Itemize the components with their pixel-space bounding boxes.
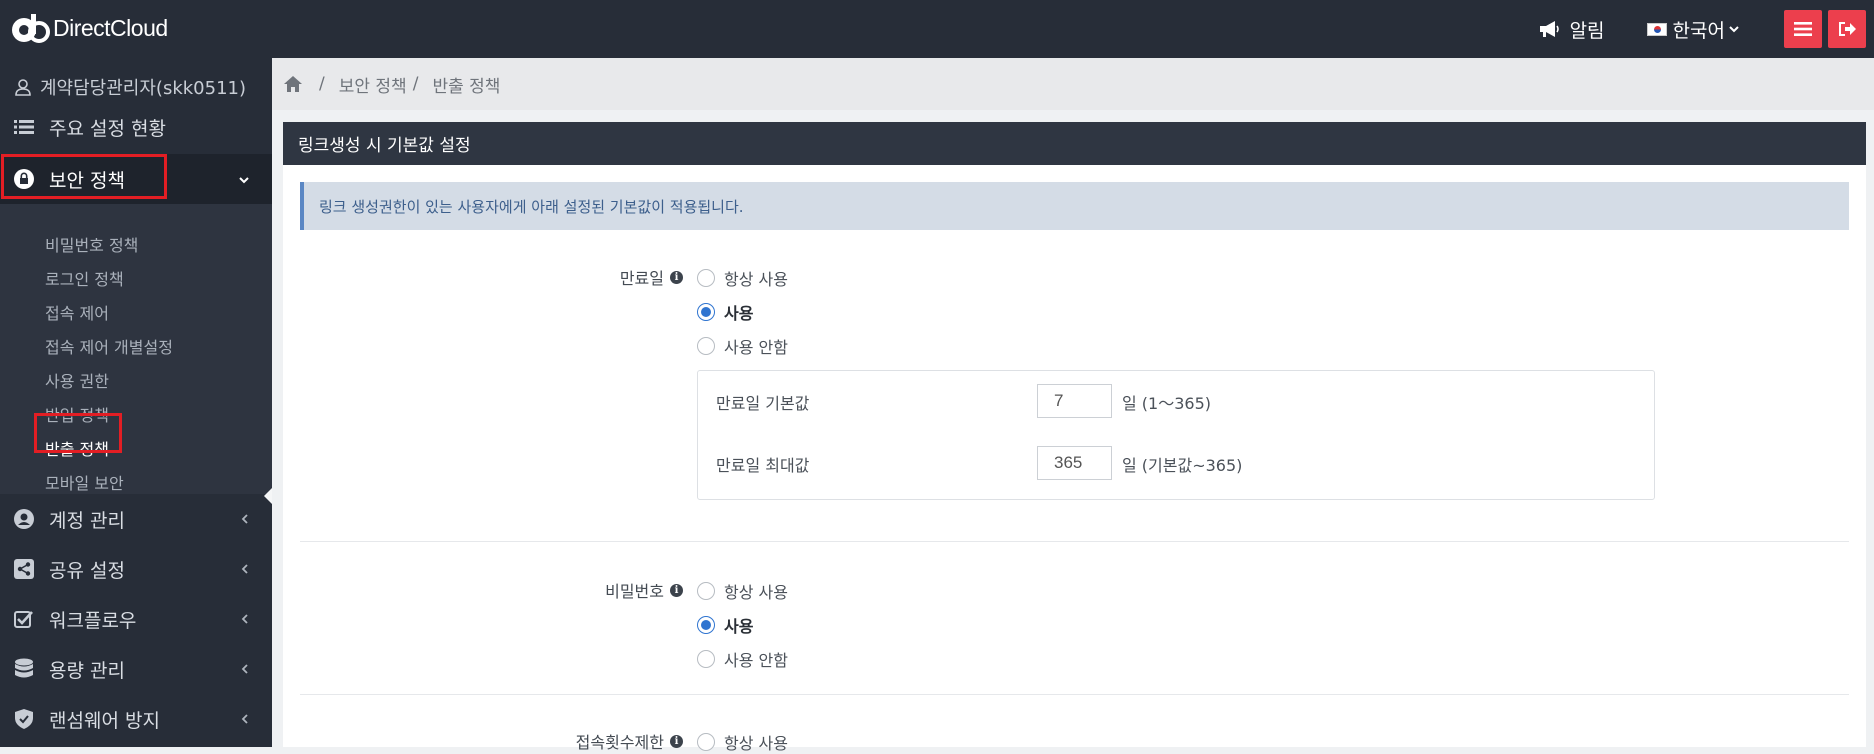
expiry-default-unit: 일 (1～365) [1122, 394, 1212, 413]
sidebar-item-storage-management[interactable]: 용량 관리 [0, 644, 272, 694]
sidebar-item-label: 공유 설정 [49, 559, 125, 582]
home-icon[interactable] [283, 75, 303, 93]
link-default-settings-panel: 링크생성 시 기본값 설정 링크 생성권한이 있는 사용자에게 아래 설정된 기… [283, 122, 1866, 753]
sidebar-item-share-settings[interactable]: 공유 설정 [0, 544, 272, 594]
chevron-left-icon [240, 710, 250, 729]
radio-label: 사용 [724, 617, 754, 636]
highlight-box [1, 154, 167, 199]
logout-button[interactable] [1828, 10, 1866, 48]
sidebar-item-settings-overview[interactable]: 주요 설정 현황 [0, 102, 272, 152]
radio-button[interactable] [697, 582, 715, 600]
shield-icon [13, 708, 35, 730]
sidebar-item-label: 주요 설정 현황 [49, 117, 166, 140]
radio-label: 항상 사용 [724, 583, 788, 602]
expiry-option-use[interactable]: 사용 [697, 300, 753, 324]
submenu-item-password-policy[interactable]: 비밀번호 정책 [45, 232, 138, 256]
logout-icon [1839, 22, 1856, 36]
submenu-item-login-policy[interactable]: 로그인 정책 [45, 266, 124, 290]
logo[interactable]: DirectCloud [10, 12, 168, 44]
expiry-option-always[interactable]: 항상 사용 [697, 266, 788, 290]
info-alert: 링크 생성권한이 있는 사용자에게 아래 설정된 기본값이 적용됩니다. [300, 182, 1849, 230]
sidebar-item-label: 용량 관리 [49, 659, 125, 682]
radio-label: 사용 [724, 304, 754, 323]
expiry-default-input[interactable]: 7 [1037, 384, 1112, 418]
radio-button[interactable] [697, 303, 715, 321]
expiry-field-label: 만료일 i [593, 265, 683, 289]
radio-label: 사용 안함 [724, 651, 788, 670]
highlight-box [34, 413, 122, 453]
access-limit-field-label: 접속횟수제한 i [533, 729, 683, 753]
chevron-left-icon [240, 660, 250, 679]
sidebar-item-workflow[interactable]: 워크플로우 [0, 594, 272, 644]
radio-button[interactable] [697, 337, 715, 355]
list-icon [13, 116, 35, 138]
radio-button[interactable] [697, 269, 715, 287]
radio-button[interactable] [697, 733, 715, 751]
breadcrumb-item-export-policy: 반출 정책 [432, 76, 501, 97]
user-account[interactable]: 계약담당관리자(skk0511) [14, 74, 246, 100]
expiry-max-unit: 일 (기본값~365) [1122, 456, 1243, 475]
sidebar-item-label: 계정 관리 [49, 509, 125, 532]
submenu-item-access-control-individual[interactable]: 접속 제어 개별설정 [45, 334, 173, 358]
expiry-label-text: 만료일 [619, 269, 664, 288]
share-icon [13, 558, 35, 580]
password-option-always[interactable]: 항상 사용 [697, 579, 788, 603]
password-label-text: 비밀번호 [605, 582, 664, 601]
menu-toggle-button[interactable] [1784, 10, 1822, 48]
sidebar-item-label: 워크플로우 [49, 609, 137, 632]
info-icon[interactable]: i [670, 583, 683, 597]
notification-button[interactable]: 알림 [1538, 16, 1605, 43]
checkbox-icon [13, 608, 35, 630]
info-icon[interactable]: i [670, 734, 683, 748]
expiry-detail-box: 만료일 기본값 7 일 (1～365) 만료일 최대값 365 일 (기본값~3… [697, 370, 1655, 500]
top-bar: DirectCloud 알림 한국어 [0, 0, 1874, 58]
expiry-max-input[interactable]: 365 [1037, 446, 1112, 480]
notification-label: 알림 [1569, 19, 1605, 42]
expiry-option-none[interactable]: 사용 안함 [697, 334, 788, 358]
sidebar-item-account-management[interactable]: 계정 관리 [0, 494, 272, 544]
expiry-default-label: 만료일 기본값 [716, 394, 810, 413]
breadcrumb: / 보안 정책 / 반출 정책 [272, 58, 1874, 110]
expiry-max-label: 만료일 최대값 [716, 456, 810, 475]
language-label: 한국어 [1672, 19, 1725, 42]
submenu-item-access-control[interactable]: 접속 제어 [45, 300, 109, 324]
access-limit-label-text: 접속횟수제한 [575, 733, 664, 752]
korea-flag-icon [1646, 22, 1667, 36]
brand-name: DirectCloud [53, 14, 168, 41]
radio-button[interactable] [697, 616, 715, 634]
chevron-down-icon [1729, 26, 1739, 33]
radio-button[interactable] [697, 650, 715, 668]
hamburger-icon [1794, 22, 1812, 36]
section-divider [300, 694, 1849, 695]
radio-label: 항상 사용 [724, 270, 788, 289]
panel-title: 링크생성 시 기본값 설정 [283, 122, 1866, 165]
chevron-left-icon [240, 560, 250, 579]
password-option-use[interactable]: 사용 [697, 613, 753, 637]
sidebar-item-label: 랜섬웨어 방지 [49, 709, 160, 732]
password-option-none[interactable]: 사용 안함 [697, 647, 788, 671]
chevron-down-icon [238, 170, 250, 189]
chevron-left-icon [240, 610, 250, 629]
sidebar-item-ransomware-protection[interactable]: 랜섬웨어 방지 [0, 694, 272, 744]
user-circle-icon [13, 508, 35, 530]
database-icon [13, 658, 35, 680]
user-name: 계약담당관리자(skk0511) [40, 78, 246, 99]
info-icon[interactable]: i [670, 270, 683, 284]
radio-label: 사용 안함 [724, 338, 788, 357]
sidebar: 계약담당관리자(skk0511) 주요 설정 현황 보안 정책 비밀번호 정책 … [0, 58, 272, 747]
language-dropdown[interactable]: 한국어 [1646, 16, 1740, 43]
directcloud-logo-icon [12, 14, 50, 43]
user-icon [15, 79, 31, 96]
megaphone-icon [1539, 21, 1559, 37]
submenu-item-usage-permission[interactable]: 사용 권한 [45, 368, 109, 392]
password-field-label: 비밀번호 i [573, 578, 683, 602]
breadcrumb-separator: / [319, 74, 325, 94]
breadcrumb-item-security-policy[interactable]: 보안 정책 [339, 72, 407, 97]
breadcrumb-separator: / [412, 74, 419, 94]
chevron-left-icon [240, 510, 250, 529]
section-divider [300, 541, 1849, 542]
submenu-item-mobile-security[interactable]: 모바일 보안 [45, 470, 124, 494]
access-limit-option-always[interactable]: 항상 사용 [697, 730, 788, 754]
radio-label: 항상 사용 [724, 734, 788, 753]
